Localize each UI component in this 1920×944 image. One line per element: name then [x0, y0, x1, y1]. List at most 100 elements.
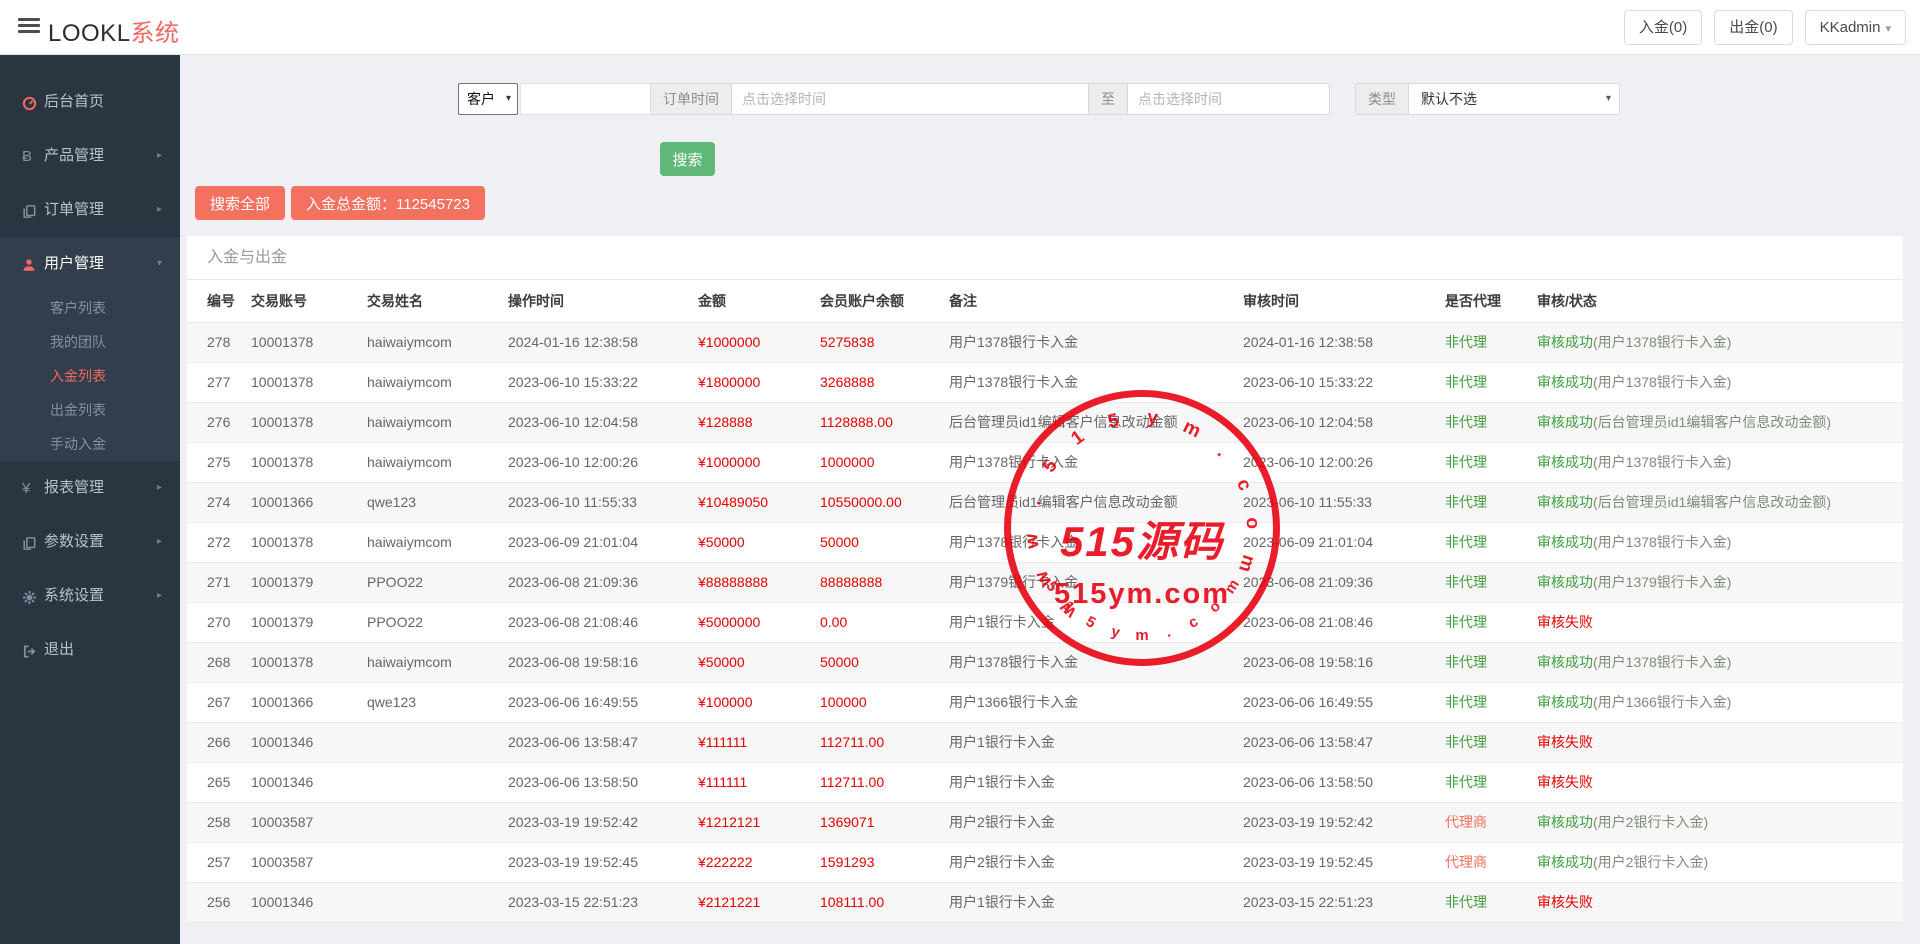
sidebar-item-products[interactable]: Ƀ产品管理▸ — [0, 129, 180, 183]
chevron-right-icon: ▸ — [157, 183, 162, 237]
search-button[interactable]: 搜索 — [660, 142, 715, 176]
row-balance: 100000 — [820, 682, 949, 722]
status-detail: (后台管理员id1编辑客户信息改动金额) — [1593, 414, 1831, 430]
sidebar-subitem-active[interactable]: 入金列表 — [0, 359, 180, 393]
row-account: 10001378 — [251, 442, 367, 482]
row-name: haiwaiymcom — [367, 362, 508, 402]
row-amount: ¥222222 — [698, 842, 820, 882]
row-balance: 5275838 — [820, 322, 949, 362]
row-name: haiwaiymcom — [367, 522, 508, 562]
customer-field-select[interactable]: 客户 ▾ — [458, 83, 518, 115]
app-logo[interactable]: LOOKL系统 — [48, 13, 180, 48]
row-agent: 非代理 — [1445, 642, 1537, 682]
bitcoin-icon: Ƀ — [22, 130, 44, 184]
deposit-withdraw-panel: 入金与出金 编号交易账号交易姓名操作时间金额会员账户余额备注审核时间是否代理审核… — [187, 236, 1903, 922]
column-header: 金额 — [698, 280, 820, 322]
row-op-time: 2023-06-08 21:09:36 — [508, 562, 698, 602]
sidebar-subitem[interactable]: 客户列表 — [0, 291, 180, 325]
row-agent: 代理商 — [1445, 802, 1537, 842]
search-all-button[interactable]: 搜索全部 — [195, 186, 285, 220]
row-agent: 非代理 — [1445, 722, 1537, 762]
row-name: haiwaiymcom — [367, 402, 508, 442]
table-row: 265100013462023-06-06 13:58:50¥111111112… — [187, 762, 1903, 802]
sidebar-subitem[interactable]: 我的团队 — [0, 325, 180, 359]
row-agent: 非代理 — [1445, 882, 1537, 922]
row-id: 267 — [187, 682, 251, 722]
row-account: 10001378 — [251, 522, 367, 562]
row-op-time: 2023-06-10 12:04:58 — [508, 402, 698, 442]
table-row: 27210001378haiwaiymcom2023-06-09 21:01:0… — [187, 522, 1903, 562]
deposit-total-button[interactable]: 入金总金额：112545723 — [291, 186, 485, 220]
table-row: 27610001378haiwaiymcom2023-06-10 12:04:5… — [187, 402, 1903, 442]
row-op-time: 2023-03-15 22:51:23 — [508, 882, 698, 922]
type-select[interactable]: 默认不选 ▾ — [1409, 84, 1619, 114]
row-op-time: 2023-06-06 13:58:47 — [508, 722, 698, 762]
row-name: qwe123 — [367, 482, 508, 522]
chevron-right-icon: ▸ — [157, 129, 162, 183]
sidebar-item-orders[interactable]: 订单管理 ▸ — [0, 183, 180, 237]
row-status: 审核成功(用户1378银行卡入金) — [1537, 642, 1903, 682]
sidebar-subitem[interactable]: 出金列表 — [0, 393, 180, 427]
logout-icon — [22, 624, 44, 678]
withdraw-count-button[interactable]: 出金(0) — [1714, 10, 1792, 45]
chevron-down-icon: ▾ — [506, 84, 511, 114]
row-audit-time: 2023-06-06 16:49:55 — [1243, 682, 1445, 722]
row-audit-time: 2023-06-10 12:00:26 — [1243, 442, 1445, 482]
chevron-right-icon: ▸ — [157, 515, 162, 569]
row-name: qwe123 — [367, 682, 508, 722]
sidebar-item-params[interactable]: 参数设置▸ — [0, 515, 180, 569]
row-remark: 后台管理员id1编辑客户信息改动金额 — [949, 482, 1243, 522]
column-header: 会员账户余额 — [820, 280, 949, 322]
deposit-table: 编号交易账号交易姓名操作时间金额会员账户余额备注审核时间是否代理审核/状态 27… — [187, 280, 1903, 923]
status-badge: 审核失败 — [1537, 894, 1593, 910]
sidebar-item-reports[interactable]: ¥报表管理▸ — [0, 461, 180, 515]
row-name — [367, 722, 508, 762]
panel-title: 入金与出金 — [187, 236, 1903, 280]
row-audit-time: 2024-01-16 12:38:58 — [1243, 322, 1445, 362]
row-id: 277 — [187, 362, 251, 402]
row-remark: 用户1366银行卡入金 — [949, 682, 1243, 722]
row-agent: 代理商 — [1445, 842, 1537, 882]
row-amount: ¥111111 — [698, 722, 820, 762]
row-status: 审核失败 — [1537, 602, 1903, 642]
sidebar-item-system[interactable]: 系统设置▸ — [0, 569, 180, 623]
row-remark: 用户1378银行卡入金 — [949, 362, 1243, 402]
user-menu-button[interactable]: KKadmin▾ — [1805, 10, 1906, 45]
table-row: 256100013462023-03-15 22:51:23¥212122110… — [187, 882, 1903, 922]
date-to-input[interactable] — [1128, 84, 1329, 114]
row-account: 10001378 — [251, 362, 367, 402]
status-badge: 审核失败 — [1537, 774, 1593, 790]
status-detail: (用户1378银行卡入金) — [1593, 454, 1731, 470]
row-op-time: 2023-06-08 21:08:46 — [508, 602, 698, 642]
user-icon — [22, 238, 44, 292]
brand-name: LOOKL — [48, 20, 131, 47]
main-content: 客户 ▾ 订单时间 至 类型 默认不选 ▾ 搜索 搜索全部 入金总金额：1125… — [180, 55, 1920, 944]
row-agent: 非代理 — [1445, 522, 1537, 562]
row-remark: 用户1银行卡入金 — [949, 722, 1243, 762]
table-row: 26710001366qwe1232023-06-06 16:49:55¥100… — [187, 682, 1903, 722]
table-row: 27410001366qwe1232023-06-10 11:55:33¥104… — [187, 482, 1903, 522]
row-name — [367, 802, 508, 842]
row-account: 10003587 — [251, 802, 367, 842]
sidebar-subitem[interactable]: 手动入金 — [0, 427, 180, 461]
sidebar-item-label: 后台首页 — [44, 93, 104, 110]
row-amount: ¥10489050 — [698, 482, 820, 522]
status-detail: (用户1366银行卡入金) — [1593, 694, 1731, 710]
row-id: 278 — [187, 322, 251, 362]
deposit-count-button[interactable]: 入金(0) — [1624, 10, 1702, 45]
row-balance: 10550000.00 — [820, 482, 949, 522]
row-op-time: 2023-03-19 19:52:42 — [508, 802, 698, 842]
sidebar-item-label: 订单管理 — [44, 201, 104, 218]
row-amount: ¥100000 — [698, 682, 820, 722]
row-id: 258 — [187, 802, 251, 842]
date-from-input[interactable] — [732, 84, 1088, 114]
sidebar-item-dashboard[interactable]: 后台首页 — [0, 75, 180, 129]
row-audit-time: 2023-06-08 21:09:36 — [1243, 562, 1445, 602]
column-header: 交易账号 — [251, 280, 367, 322]
row-op-time: 2024-01-16 12:38:58 — [508, 322, 698, 362]
sidebar-toggle-icon[interactable] — [18, 18, 40, 36]
row-amount: ¥1212121 — [698, 802, 820, 842]
sidebar-item-users[interactable]: 用户管理▾ — [0, 237, 180, 291]
sidebar-item-logout[interactable]: 退出 — [0, 623, 180, 677]
row-balance: 50000 — [820, 642, 949, 682]
